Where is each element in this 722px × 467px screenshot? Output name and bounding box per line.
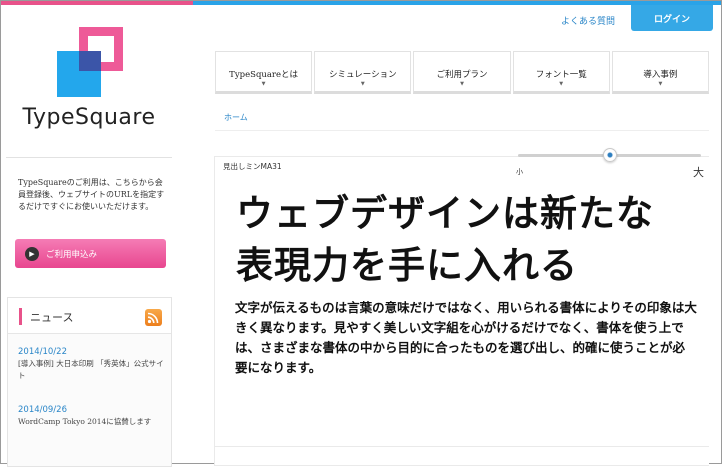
chevron-down-icon: ▼ bbox=[261, 81, 266, 87]
slider-label-large: 大 bbox=[693, 166, 704, 179]
nav-item-about[interactable]: TypeSquareとは ▼ bbox=[215, 51, 313, 94]
global-nav: TypeSquareとは ▼ シミュレーション ▼ ご利用プラン ▼ フォント一… bbox=[215, 51, 710, 94]
news-item[interactable]: 2014/10/22 [導入事例] 大日本印刷 「秀英体」公式サイト bbox=[18, 346, 168, 382]
slider-label-small: 小 bbox=[516, 168, 523, 176]
typesquare-logo-icon[interactable] bbox=[57, 27, 123, 97]
nav-item-label: ご利用プラン bbox=[436, 70, 488, 80]
news-date[interactable]: 2014/10/22 bbox=[18, 346, 168, 358]
login-button[interactable]: ログイン bbox=[631, 5, 713, 31]
rss-icon[interactable] bbox=[145, 309, 162, 326]
news-item[interactable]: 2014/09/26 WordCamp Tokyo 2014に協賛します bbox=[18, 404, 168, 428]
news-title: ニュース bbox=[30, 311, 74, 324]
nav-item-label: シミュレーション bbox=[328, 70, 397, 80]
nav-item-cases[interactable]: 導入事例 ▼ bbox=[611, 51, 710, 94]
news-header-accent bbox=[19, 308, 22, 325]
breadcrumb-divider bbox=[215, 130, 709, 131]
breadcrumb-home[interactable]: ホーム bbox=[224, 112, 248, 123]
demo-headline-line: ウェブデザインは新たな bbox=[236, 191, 654, 235]
nav-item-label: TypeSquareとは bbox=[229, 70, 299, 80]
news-text[interactable]: [導入事例] 大日本印刷 「秀英体」公式サイト bbox=[18, 358, 168, 382]
font-name-label: 見出しミンMA31 bbox=[223, 162, 282, 171]
apply-button[interactable]: ▶ ご利用申込み bbox=[15, 239, 166, 268]
news-text[interactable]: WordCamp Tokyo 2014に協賛します bbox=[18, 416, 168, 428]
demo-body-text: 文字が伝えるものは言葉の意味だけではなく、用いられる書体によりその印象は大きく異… bbox=[235, 300, 697, 375]
demo-headline: ウェブデザインは新たな 表現力を手に入れる bbox=[236, 187, 706, 291]
nav-item-label: 導入事例 bbox=[643, 70, 678, 80]
chevron-down-icon: ▼ bbox=[559, 81, 564, 87]
nav-item-label: フォント一覧 bbox=[535, 70, 587, 80]
font-size-slider-thumb[interactable] bbox=[603, 148, 617, 162]
news-date[interactable]: 2014/09/26 bbox=[18, 404, 168, 416]
sidebar-divider bbox=[6, 157, 172, 158]
news-header: ニュース bbox=[8, 298, 171, 334]
logo-text[interactable]: TypeSquare bbox=[1, 105, 177, 130]
chevron-down-icon: ▼ bbox=[658, 81, 663, 87]
nav-item-fonts[interactable]: フォント一覧 ▼ bbox=[512, 51, 610, 94]
nav-item-plans[interactable]: ご利用プラン ▼ bbox=[413, 51, 511, 94]
demo-headline-line: 表現力を手に入れる bbox=[236, 243, 578, 287]
bottom-panel bbox=[214, 446, 709, 466]
apply-button-label: ご利用申込み bbox=[46, 249, 98, 260]
arrow-right-icon: ▶ bbox=[25, 246, 39, 261]
chevron-down-icon: ▼ bbox=[360, 81, 365, 87]
chevron-down-icon: ▼ bbox=[460, 81, 464, 87]
news-box: ニュース 2014/10/22 [導入事例] 大日本印刷 「秀英体」公式サイト … bbox=[7, 297, 172, 467]
signup-intro-text: TypeSquareのご利用は、こちらから会員登録後、ウェブサイトのURLを指定… bbox=[18, 178, 165, 211]
nav-item-simulation[interactable]: シミュレーション ▼ bbox=[314, 51, 412, 94]
faq-link[interactable]: よくある質問 bbox=[561, 14, 615, 27]
